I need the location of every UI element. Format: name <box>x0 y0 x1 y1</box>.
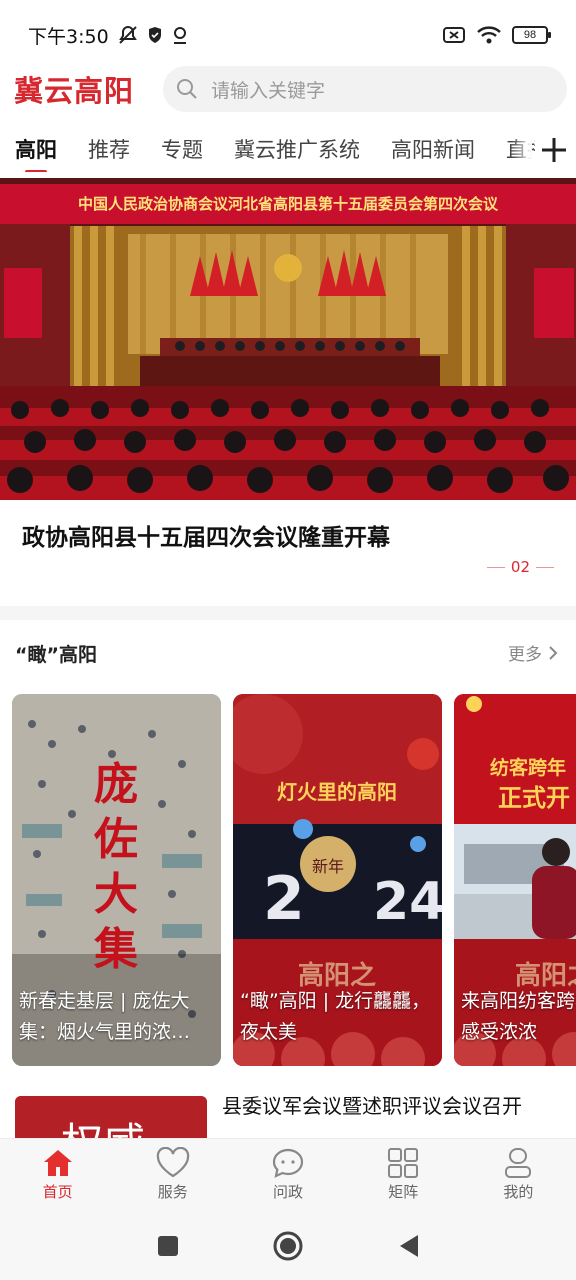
page-indicator: 02 <box>510 558 530 576</box>
recents-icon[interactable] <box>156 1234 180 1258</box>
more-button[interactable]: 更多 <box>508 640 558 665</box>
banner-image: 中国人民政治协商会议河北省高阳县第十五届委员会第四次会议 <box>0 178 576 500</box>
tab-topics[interactable]: 专题 <box>161 128 203 172</box>
shield-icon <box>148 27 161 43</box>
back-icon[interactable] <box>396 1233 420 1259</box>
home-icon <box>43 1150 72 1176</box>
video-card-carousel[interactable]: 庞 佐 大 集 新春走基层 | 庞佐大集：烟火气里的浓… 灯火里的高阳 新年 2… <box>12 694 576 1066</box>
banner-caption[interactable]: 政协高阳县十五届四次会议隆重开幕 <box>22 518 390 552</box>
video-card[interactable]: 纺客跨年 正式开 高阳之 来高阳纺客跨年，集，感受浓浓 <box>454 694 576 1066</box>
news-list-item[interactable]: 权威 县委议军会议暨述职评议会议召开 <box>0 1084 576 1144</box>
card-caption[interactable]: 来高阳纺客跨年，集，感受浓浓 <box>461 986 576 1048</box>
tab-gaoyang-news[interactable]: 高阳新闻 <box>391 128 475 172</box>
banner-caption-area[interactable]: 政协高阳县十五届四次会议隆重开幕 02 <box>0 500 576 606</box>
add-channel-icon[interactable] <box>538 134 570 166</box>
search-icon <box>177 79 197 99</box>
svg-text:24: 24 <box>373 872 442 932</box>
svg-text:佐: 佐 <box>93 814 138 865</box>
home-button-icon[interactable] <box>272 1230 304 1262</box>
grid-icon <box>388 1148 419 1178</box>
news-title[interactable]: 县委议军会议暨述职评议会议召开 <box>222 1090 522 1119</box>
section-header: “瞰”高阳 更多 <box>0 630 576 674</box>
sim-icon <box>443 27 465 43</box>
location-icon <box>173 27 186 44</box>
nav-inquiry[interactable]: 问政 <box>230 1139 345 1212</box>
heart-icon <box>156 1147 190 1178</box>
svg-text:庞: 庞 <box>94 759 138 810</box>
status-bar: 下午3:50 98 <box>0 0 576 70</box>
status-time: 下午3:50 <box>28 25 109 48</box>
svg-text:纺客跨年: 纺客跨年 <box>490 756 566 779</box>
battery-indicator: 98 <box>512 26 551 44</box>
video-card[interactable]: 灯火里的高阳 新年 2 24 高阳之 “瞰”高阳 | 龙行龘龘，夜太美 <box>233 694 442 1066</box>
carousel-pager: 02 <box>486 558 554 576</box>
tab-gaoyang[interactable]: 高阳 <box>15 128 57 172</box>
system-navigation-bar <box>0 1212 576 1280</box>
nav-home[interactable]: 首页 <box>0 1139 115 1212</box>
news-thumbnail: 权威 <box>15 1096 207 1144</box>
video-card[interactable]: 庞 佐 大 集 新春走基层 | 庞佐大集：烟火气里的浓… <box>12 694 221 1066</box>
bottom-navigation: 首页 服务 问政 矩阵 我的 <box>0 1138 576 1212</box>
svg-text:大: 大 <box>94 869 138 920</box>
wifi-icon <box>477 26 501 44</box>
svg-text:新年: 新年 <box>312 857 344 876</box>
user-icon <box>505 1148 532 1178</box>
banner-sign: 中国人民政治协商会议河北省高阳县第十五届委员会第四次会议 <box>78 195 499 213</box>
svg-text:正式开: 正式开 <box>498 783 570 812</box>
banner-carousel[interactable]: 中国人民政治协商会议河北省高阳县第十五届委员会第四次会议 <box>0 178 576 500</box>
app-header: 冀云高阳 请输入关键字 <box>0 64 576 114</box>
svg-text:集: 集 <box>93 924 138 975</box>
nav-matrix[interactable]: 矩阵 <box>346 1139 461 1212</box>
mute-notification-icon <box>118 25 137 44</box>
tab-recommend[interactable]: 推荐 <box>88 128 130 172</box>
chat-icon <box>272 1148 304 1178</box>
section-title: “瞰”高阳 <box>15 644 97 666</box>
nav-service[interactable]: 服务 <box>115 1139 230 1212</box>
nav-mine[interactable]: 我的 <box>461 1139 576 1212</box>
search-input[interactable]: 请输入关键字 <box>211 76 325 103</box>
card-caption[interactable]: 新春走基层 | 庞佐大集：烟火气里的浓… <box>19 986 215 1048</box>
brand-logo[interactable]: 冀云高阳 <box>14 68 134 110</box>
svg-text:灯火里的高阳: 灯火里的高阳 <box>277 780 397 804</box>
tab-promo-system[interactable]: 冀云推广系统 <box>234 128 360 172</box>
channel-tabs: 高阳 推荐 专题 冀云推广系统 高阳新闻 直播 <box>0 128 576 178</box>
card-caption[interactable]: “瞰”高阳 | 龙行龘龘，夜太美 <box>240 986 436 1048</box>
chevron-right-icon <box>549 645 558 660</box>
svg-text:2: 2 <box>263 864 305 934</box>
search-bar[interactable]: 请输入关键字 <box>163 66 567 112</box>
